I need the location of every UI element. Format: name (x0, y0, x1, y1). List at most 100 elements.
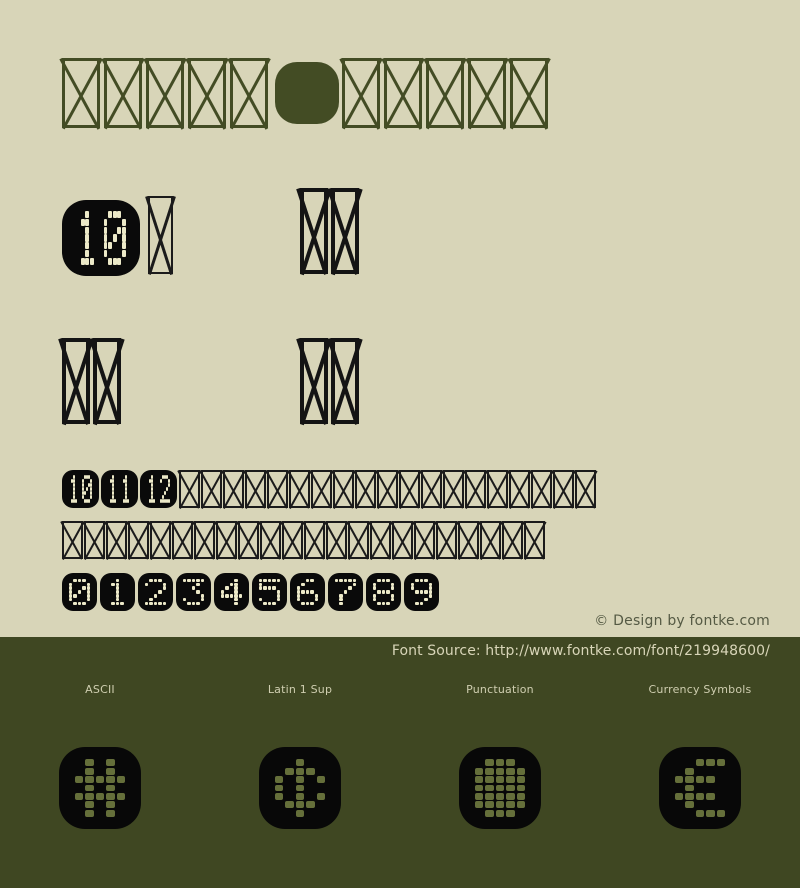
led-dot (348, 598, 352, 601)
led-dot (339, 594, 343, 598)
cent-glyph[interactable] (259, 747, 341, 829)
led-dot (163, 598, 167, 601)
category-sample-3[interactable] (600, 747, 800, 829)
led-dot (306, 793, 315, 800)
led-dot (485, 809, 494, 817)
led-dot (187, 590, 191, 593)
led-dot (73, 578, 77, 582)
led-dot (103, 242, 108, 250)
led-dot (183, 594, 187, 597)
led-dot (120, 579, 124, 582)
led-digit-9 (404, 573, 439, 611)
hash-glyph[interactable] (59, 747, 141, 829)
led-dot (306, 598, 310, 601)
led-dot (272, 578, 276, 582)
led-dot (221, 579, 225, 582)
led-dot (685, 793, 694, 800)
led-dot (76, 242, 80, 249)
led-dot (68, 590, 73, 594)
led-dot (163, 579, 167, 582)
category-sample-row (0, 747, 800, 829)
body-missing-glyph-box (353, 470, 378, 509)
led-dot (263, 594, 267, 597)
led-dot (353, 590, 357, 593)
led-dot (85, 250, 90, 258)
led-dot (295, 759, 305, 767)
led-dot (506, 776, 515, 783)
led-dot (263, 598, 267, 601)
body-missing-glyph-box (551, 470, 576, 509)
led-dot (276, 578, 281, 582)
category-sample-0[interactable] (0, 747, 200, 829)
led-dot (310, 578, 314, 582)
led-dot (301, 579, 305, 582)
led-dot (424, 598, 428, 602)
font-title-row (59, 58, 552, 132)
body-missing-glyph-box (265, 470, 290, 509)
led-dot (506, 767, 515, 775)
led-dot (267, 602, 272, 606)
led-dot (310, 586, 314, 589)
sample-number-10-tile (62, 200, 140, 276)
category-label: Currency Symbols (648, 683, 752, 696)
sample-missing-glyph-box (296, 188, 332, 276)
body-missing-glyph-box (287, 470, 312, 509)
led-dot (305, 578, 310, 582)
led-dot (386, 594, 390, 597)
led-dot (158, 586, 162, 589)
led-dot (117, 219, 121, 226)
block-glyph[interactable] (459, 747, 541, 829)
body-missing-glyph-box (434, 521, 459, 560)
led-dot (85, 226, 90, 234)
led-dot (107, 598, 111, 601)
led-dot (85, 234, 90, 242)
led-dot (125, 590, 129, 593)
font-source-link[interactable]: Font Source: http://www.fontke.com/font/… (392, 643, 770, 659)
led-dot (81, 227, 85, 234)
led-dot (386, 578, 390, 582)
led-dot (229, 594, 234, 598)
led-dot (474, 801, 484, 809)
title-missing-glyph-box (381, 58, 425, 130)
led-dot (285, 801, 294, 809)
body-missing-glyph-box (529, 470, 554, 509)
led-dot (183, 590, 187, 593)
led-dot (107, 594, 111, 597)
led-dot (415, 586, 419, 589)
led-dot (474, 767, 484, 775)
footer-panel: Font Source: http://www.fontke.com/font/… (0, 637, 800, 888)
led-dot (419, 602, 424, 606)
led-dot (74, 759, 83, 766)
led-dot (86, 598, 91, 602)
led-dot (120, 602, 124, 606)
led-dot (120, 594, 124, 597)
led-dot (310, 583, 314, 586)
led-digit-6 (290, 573, 325, 611)
euro-glyph[interactable] (659, 747, 741, 829)
led-dot (301, 602, 305, 606)
led-dot (706, 785, 715, 792)
led-dot (196, 582, 200, 586)
category-sample-2[interactable] (400, 747, 600, 829)
led-dot (339, 598, 343, 602)
led-dot (316, 768, 325, 775)
led-dot (381, 602, 386, 606)
led-dot (99, 227, 103, 234)
led-dot (82, 590, 86, 593)
led-dot (516, 810, 525, 817)
led-dot (125, 598, 129, 601)
led-dot (122, 258, 126, 265)
category-column-1: Latin 1 Sup (200, 683, 400, 696)
led-dot (386, 586, 390, 589)
led-dot (234, 582, 238, 586)
sample-missing-glyph-box (145, 196, 176, 275)
led-dot (192, 590, 196, 593)
led-dot (474, 810, 483, 817)
category-sample-1[interactable] (200, 747, 400, 829)
led-dot (111, 582, 115, 586)
led-dot (272, 598, 276, 601)
category-label: ASCII (85, 683, 115, 696)
led-dot (516, 759, 525, 766)
led-dot (73, 594, 77, 598)
led-dot (339, 583, 343, 586)
